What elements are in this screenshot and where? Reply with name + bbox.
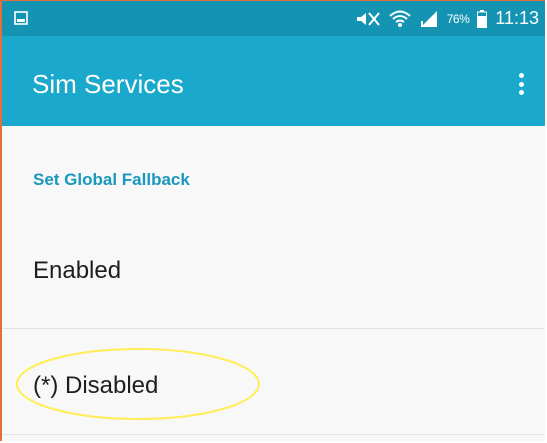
app-bar: Sim Services [2,36,545,126]
option-disabled[interactable]: (*) Disabled [2,329,545,435]
section-title: Set Global Fallback [33,170,190,189]
menu-dot [518,81,524,87]
settings-list: Set Global Fallback Enabled (*) Disabled [2,126,545,441]
more-vert-icon[interactable] [511,70,531,98]
status-icons: 76% 11:13 [355,1,539,36]
battery-percent: 76% [446,11,470,26]
option-label: (*) Disabled [33,372,159,399]
screenshot-frame: 76% 11:13 Sim Services Set Global Fallba… [0,0,545,441]
battery-icon [477,9,488,28]
wifi-icon [389,9,411,29]
mute-vibrate-icon [355,10,381,28]
app-title: Sim Services [32,69,184,99]
signal-icon [419,10,439,28]
image-icon [14,11,28,25]
option-enabled[interactable]: Enabled [2,223,545,329]
menu-dot [518,73,524,78]
option-label: Enabled [33,257,122,284]
status-bar: 76% 11:13 [2,1,545,36]
menu-dot [518,90,524,95]
clock: 11:13 [495,8,539,28]
